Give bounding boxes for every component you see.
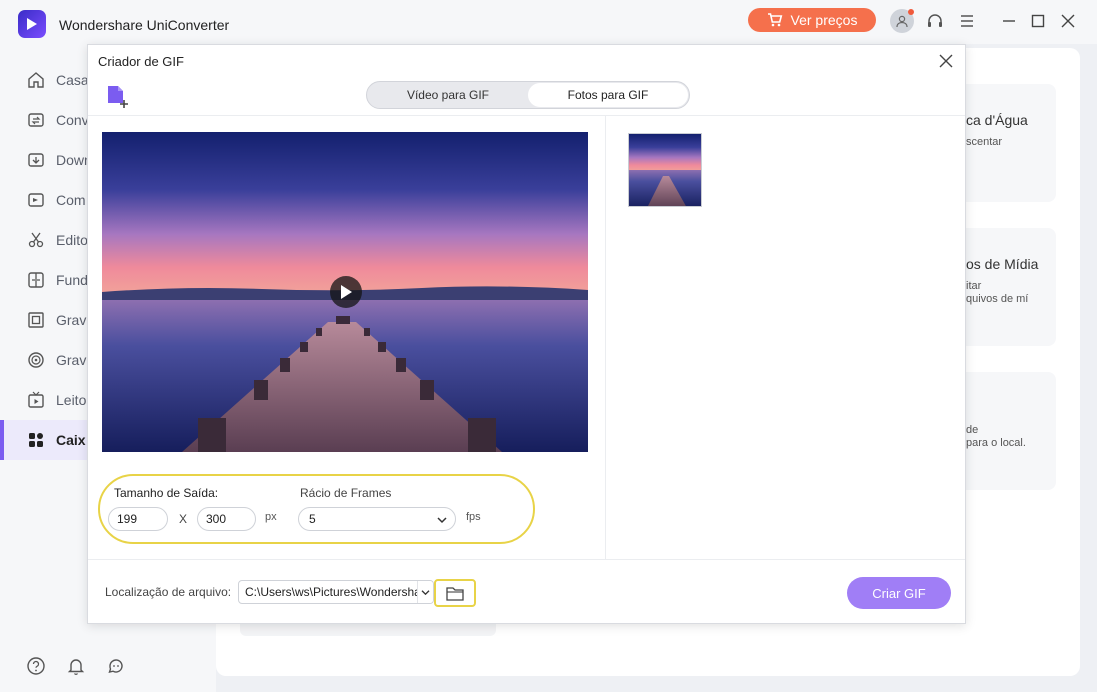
frame-rate-value: 5 [309,512,316,526]
background-card-subtitle: para o local. [966,437,1026,449]
width-input[interactable]: 199 [108,507,168,531]
chevron-down-icon [417,581,433,603]
background-card-title: os de Mídia [966,256,1039,272]
sidebar-item-label: Casa [56,72,89,88]
folder-icon [446,586,464,601]
file-location-value: C:\Users\ws\Pictures\Wondershare [245,585,432,599]
screen-record-icon [26,310,46,330]
background-strip [240,622,496,636]
window-close-icon[interactable] [1056,9,1080,33]
user-avatar-icon[interactable] [890,9,914,33]
play-button[interactable] [330,276,362,308]
open-folder-button[interactable] [434,579,476,607]
toolbox-icon [26,430,46,450]
pricing-label: Ver preços [790,12,858,28]
compress-icon [26,190,46,210]
cart-icon [767,13,782,27]
background-card-subtitle: itar [966,280,982,292]
convert-icon [26,110,46,130]
home-icon [26,70,46,90]
mode-switcher: Vídeo para GIF Fotos para GIF [366,81,690,109]
sidebar-item-label: Caix [56,432,86,448]
divider [605,116,606,560]
gif-maker-dialog: Criador de GIF Vídeo para GIF Fotos para… [87,44,966,624]
sidebar-item-label: Leito [56,392,87,408]
photo-thumbnail[interactable] [628,133,702,207]
tab-photos-to-gif[interactable]: Fotos para GIF [528,83,688,107]
divider [88,559,965,560]
background-card-subtitle: de [966,424,979,436]
pricing-button[interactable]: Ver preços [748,8,876,32]
dialog-title: Criador de GIF [98,54,184,69]
file-location-label: Localização de arquivo: [105,585,232,599]
minimize-icon[interactable] [997,9,1021,33]
divider [88,115,965,116]
dimension-separator: X [179,512,188,526]
background-card-title: ca d'Água [966,112,1028,128]
scissors-icon [26,230,46,250]
dialog-close-icon[interactable] [938,53,954,69]
title-bar: Wondershare UniConverter Ver preços [0,0,1097,44]
feedback-icon[interactable] [106,656,126,676]
sidebar-item-label: Com [56,192,86,208]
fps-unit-label: fps [466,511,481,523]
dvd-burn-icon [26,350,46,370]
sidebar-item-label: Fund [56,272,88,288]
file-location-select[interactable]: C:\Users\ws\Pictures\Wondershare [238,580,434,604]
app-logo [18,10,46,38]
add-file-icon[interactable] [105,83,131,109]
player-icon [26,390,46,410]
sidebar-item-label: Conv [56,112,89,128]
menu-icon[interactable] [955,9,979,33]
frame-rate-label: Rácio de Frames [300,486,392,500]
output-size-label: Tamanho de Saída: [114,486,219,500]
create-gif-button[interactable]: Criar GIF [847,577,951,609]
headset-support-icon[interactable] [923,9,947,33]
app-title: Wondershare UniConverter [59,17,230,33]
download-icon [26,150,46,170]
sidebar-item-label: Edito [56,232,88,248]
preview-image [102,132,588,452]
background-card-subtitle: scentar [966,136,1003,148]
notification-bell-icon[interactable] [66,656,86,676]
help-icon[interactable] [26,656,46,676]
px-unit-label: px [265,511,277,523]
background-card-subtitle: quivos de mí [966,293,1029,305]
chevron-down-icon [437,517,447,524]
merge-icon [26,270,46,290]
maximize-icon[interactable] [1026,9,1050,33]
play-icon [341,285,352,299]
height-input[interactable]: 300 [197,507,256,531]
frame-rate-select[interactable]: 5 [298,507,456,531]
tab-video-to-gif[interactable]: Vídeo para GIF [368,83,528,107]
